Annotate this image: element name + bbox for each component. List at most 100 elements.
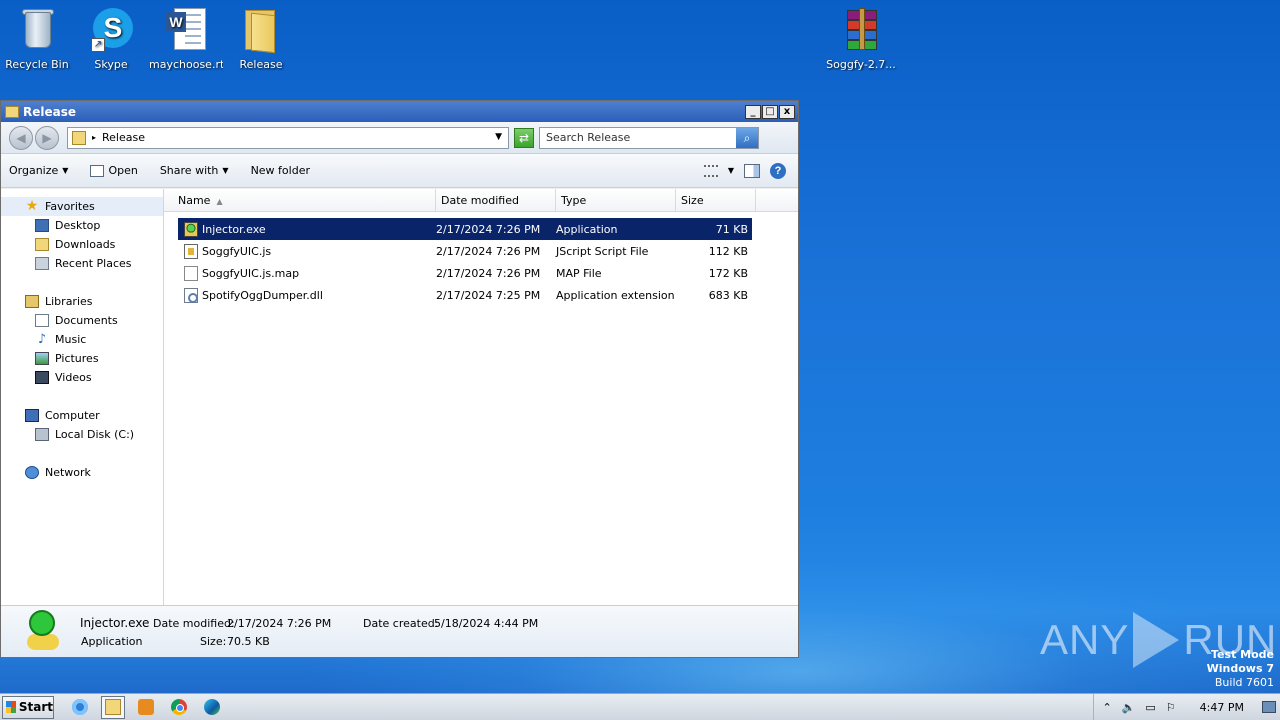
search-input[interactable]: Search Release ⌕ (539, 126, 759, 149)
file-row-soggfyuic-js[interactable]: SoggfyUIC.js 2/17/2024 7:26 PM JScript S… (178, 240, 752, 262)
view-options-chevron-icon[interactable]: ▼ (728, 166, 734, 175)
column-header-size[interactable]: Size (676, 189, 756, 211)
file-row-soggfyuic-map[interactable]: SoggfyUIC.js.map 2/17/2024 7:26 PM MAP F… (178, 262, 752, 284)
organize-label: Organize (9, 164, 59, 177)
column-label: Date modified (441, 194, 519, 207)
taskbar: Start ⌃ 🔈 ▭ ⚐ 4:47 PM (0, 693, 1280, 720)
nav-favorites[interactable]: ★ Favorites (1, 197, 163, 216)
network-tray-icon[interactable]: ▭ (1145, 701, 1155, 714)
desktop-icon-label: Skype (94, 58, 128, 71)
clock[interactable]: 4:47 PM (1200, 701, 1244, 714)
nav-label: Recent Places (55, 257, 132, 270)
column-headers: Name ▲ Date modified Type Size (164, 189, 798, 212)
taskbar-chrome[interactable] (167, 696, 191, 719)
search-icon[interactable]: ⌕ (736, 127, 758, 148)
start-button[interactable]: Start (2, 695, 54, 719)
file-date: 2/17/2024 7:25 PM (436, 288, 541, 302)
file-row-injector[interactable]: Injector.exe 2/17/2024 7:26 PM Applicati… (178, 218, 752, 240)
file-size: 112 KB (708, 244, 748, 258)
skype-icon: S ↗ (87, 6, 135, 54)
new-folder-label: New folder (250, 164, 310, 177)
music-icon: ♪ (37, 332, 47, 347)
new-folder-button[interactable]: New folder (251, 164, 310, 177)
taskbar-internet-explorer[interactable] (68, 696, 92, 719)
window-title: Release (23, 104, 77, 119)
nav-desktop[interactable]: Desktop (1, 216, 163, 235)
file-size: 71 KB (715, 222, 748, 236)
forward-button[interactable]: ▶ (35, 125, 59, 150)
file-type: MAP File (556, 266, 602, 280)
details-size-label: Size: (200, 635, 227, 648)
nav-pictures[interactable]: Pictures (1, 349, 163, 368)
nav-label: Favorites (45, 200, 95, 213)
chevron-down-icon: ▼ (62, 166, 69, 175)
preview-pane-icon[interactable] (744, 163, 760, 178)
taskbar-windows-explorer[interactable] (101, 695, 125, 719)
volume-icon[interactable]: 🔈 (1122, 701, 1136, 714)
nav-label: Network (45, 466, 91, 479)
folder-icon (237, 6, 285, 54)
action-center-flag-icon[interactable]: ⚐ (1166, 701, 1176, 714)
file-row-spotifyoggdumper[interactable]: SpotifyOggDumper.dll 2/17/2024 7:25 PM A… (178, 284, 752, 306)
nav-network[interactable]: Network (1, 463, 163, 482)
open-button[interactable]: Open (90, 164, 138, 177)
system-tray: ⌃ 🔈 ▭ ⚐ 4:47 PM (1093, 694, 1280, 720)
chrome-icon (171, 699, 187, 715)
nav-videos[interactable]: Videos (1, 368, 163, 387)
network-icon (25, 466, 39, 479)
nav-local-disk[interactable]: Local Disk (C:) (1, 425, 163, 444)
close-button[interactable]: x (779, 104, 795, 119)
taskbar-edge[interactable] (200, 696, 224, 719)
details-created-value: 5/18/2024 4:44 PM (434, 617, 539, 630)
maximize-button[interactable]: □ (762, 104, 778, 119)
column-header-type[interactable]: Type (556, 189, 676, 211)
media-player-icon (138, 699, 154, 715)
sort-ascending-icon: ▲ (216, 197, 223, 206)
breadcrumb-chevron-icon[interactable]: ▸ (92, 133, 96, 142)
address-field[interactable]: ▸ Release ▼ (67, 126, 509, 149)
share-with-button[interactable]: Share with ▼ (160, 164, 229, 177)
computer-icon (25, 409, 39, 422)
desktop-icon-skype[interactable]: S ↗ Skype (74, 6, 148, 71)
pictures-icon (35, 352, 49, 365)
back-button[interactable]: ◀ (9, 125, 33, 150)
nav-libraries[interactable]: Libraries (1, 292, 163, 311)
nav-computer[interactable]: Computer (1, 406, 163, 425)
show-hidden-icons-icon[interactable]: ⌃ (1102, 701, 1111, 714)
breadcrumb-release[interactable]: Release (102, 131, 145, 144)
details-file-type: Application (81, 635, 143, 648)
nav-music[interactable]: ♪ Music (1, 330, 163, 349)
address-dropdown-icon[interactable]: ▼ (495, 132, 502, 142)
file-size: 683 KB (708, 288, 748, 302)
help-icon[interactable]: ? (770, 162, 786, 179)
window-titlebar[interactable]: Release _ □ x (1, 101, 798, 122)
desktop-icon-recycle-bin[interactable]: Recycle Bin (0, 6, 74, 71)
downloads-folder-icon (35, 238, 49, 251)
desktop-icon-maychoose[interactable]: W maychoose.rtf (149, 6, 223, 71)
windows-explorer-icon (105, 699, 121, 715)
refresh-icon: ⇄ (518, 130, 530, 145)
desktop-icon-soggfy-archive[interactable]: Soggfy-2.7... (824, 6, 898, 71)
refresh-button[interactable]: ⇄ (514, 127, 534, 148)
nav-documents[interactable]: Documents (1, 311, 163, 330)
open-label: Open (108, 164, 138, 177)
minimize-button[interactable]: _ (745, 104, 761, 119)
file-type: Application extension (556, 288, 675, 302)
nav-recent-places[interactable]: Recent Places (1, 254, 163, 273)
details-modified-value: 2/17/2024 7:26 PM (227, 617, 332, 630)
desktop-icon (35, 219, 49, 232)
desktop-icon-release[interactable]: Release (224, 6, 298, 71)
column-label: Type (561, 194, 587, 207)
test-mode-line: Test Mode (1211, 648, 1274, 661)
documents-icon (35, 314, 49, 327)
file-type: JScript Script File (556, 244, 649, 258)
organize-button[interactable]: Organize ▼ (9, 164, 68, 177)
nav-downloads[interactable]: Downloads (1, 235, 163, 254)
column-header-date-modified[interactable]: Date modified (436, 189, 556, 211)
taskbar-media-player[interactable] (134, 696, 158, 719)
column-header-name[interactable]: Name ▲ (164, 189, 436, 211)
show-desktop-icon[interactable] (1262, 701, 1276, 713)
change-view-icon[interactable] (703, 164, 718, 177)
play-logo-icon (1133, 612, 1180, 668)
recycle-bin-icon (13, 6, 61, 54)
